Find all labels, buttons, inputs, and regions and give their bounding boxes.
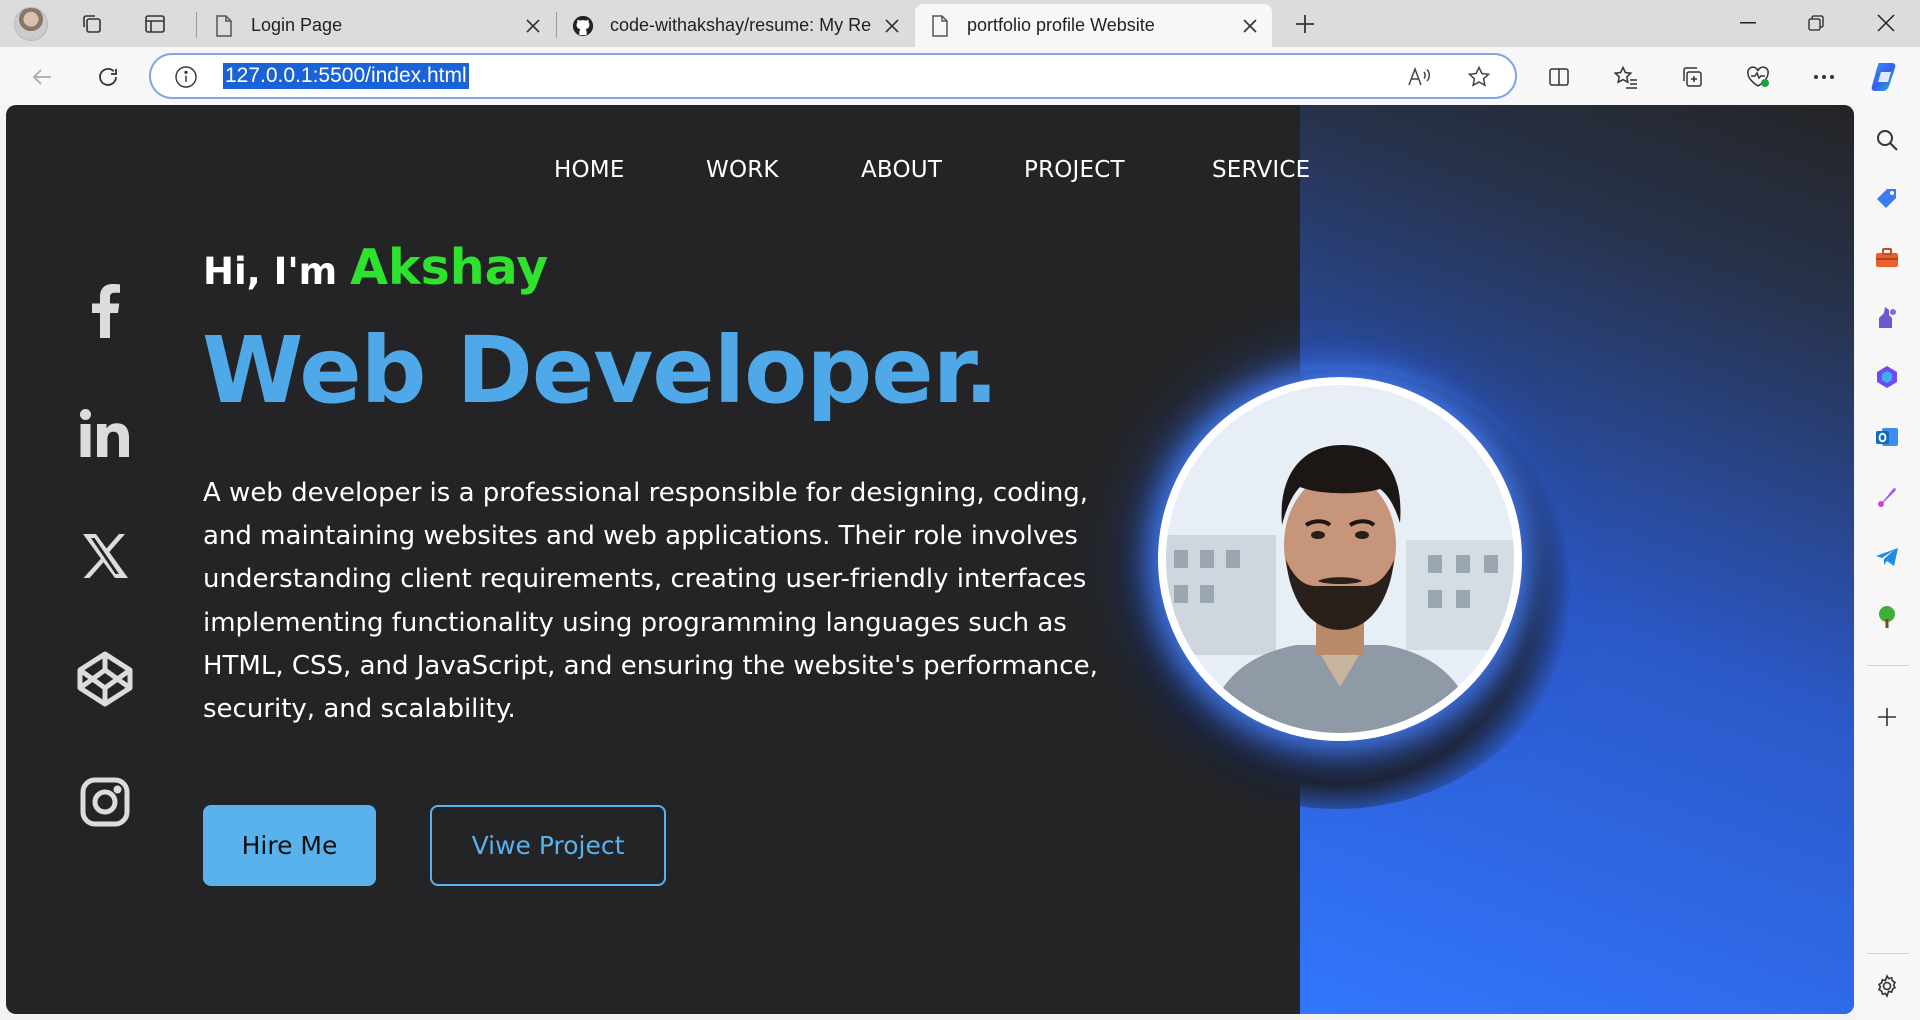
new-tab-icon[interactable]: [1291, 10, 1319, 38]
minimize-icon[interactable]: [1715, 0, 1781, 46]
telegram-icon[interactable]: [1871, 541, 1903, 573]
description-line: HTML, CSS, and JavaScript, and ensuring …: [203, 650, 1098, 681]
codepen-icon[interactable]: [74, 648, 136, 710]
greeting-heading: Hi, I'm Akshay: [203, 239, 548, 296]
back-icon[interactable]: [24, 59, 60, 95]
split-screen-icon[interactable]: [1541, 59, 1577, 95]
nav-about[interactable]: ABOUT: [861, 157, 942, 183]
x-twitter-icon[interactable]: [74, 525, 136, 587]
description-line: implementing functionality using program…: [203, 607, 1067, 638]
search-icon[interactable]: [1871, 124, 1903, 156]
nav-service[interactable]: SERVICE: [1212, 157, 1310, 183]
profile-photo: [1158, 377, 1522, 741]
greeting-text: Hi, I'm: [203, 250, 338, 293]
profile-avatar[interactable]: [14, 7, 48, 41]
close-icon[interactable]: [1236, 12, 1264, 40]
microsoft-365-icon[interactable]: [1871, 361, 1903, 393]
browser-toolbar: 127.0.0.1:5500/index.html: [0, 47, 1920, 105]
description-line: security, and scalability.: [203, 694, 516, 725]
name-text: Akshay: [350, 239, 549, 296]
nav-home[interactable]: HOME: [554, 157, 625, 183]
tab-title: code-withakshay/resume: My Re: [610, 15, 872, 35]
main-nav: HOME WORK ABOUT PROJECT SERVICE: [6, 157, 1854, 197]
copilot-icon[interactable]: [1868, 59, 1904, 95]
read-aloud-icon[interactable]: [1405, 62, 1435, 92]
workspaces-icon[interactable]: [78, 10, 106, 38]
nav-work[interactable]: WORK: [706, 157, 779, 183]
tab-login-page[interactable]: Login Page: [199, 4, 555, 47]
tab-title: portfolio profile Website: [967, 15, 1155, 35]
favorites-icon[interactable]: [1608, 59, 1644, 95]
add-icon[interactable]: [1871, 701, 1903, 733]
tree-icon[interactable]: [1871, 601, 1903, 633]
vertical-tabs-icon[interactable]: [141, 10, 169, 38]
settings-gear-icon[interactable]: [1871, 970, 1903, 1002]
url-text[interactable]: 127.0.0.1:5500/index.html: [223, 63, 469, 89]
collections-icon[interactable]: [1674, 59, 1710, 95]
restore-icon[interactable]: [1783, 0, 1849, 46]
shopping-tag-icon[interactable]: [1871, 182, 1903, 214]
description-paragraph: A web developer is a professional respon…: [203, 472, 1133, 731]
linkedin-icon[interactable]: [74, 402, 136, 464]
close-icon[interactable]: [519, 12, 547, 40]
page-icon: [213, 14, 235, 37]
tab-title: Login Page: [251, 15, 343, 35]
role-heading: Web Developer.: [202, 317, 999, 424]
tools-icon[interactable]: [1871, 242, 1903, 274]
outlook-icon[interactable]: [1871, 421, 1903, 453]
nav-project[interactable]: PROJECT: [1024, 157, 1125, 183]
close-icon[interactable]: [878, 12, 906, 40]
facebook-icon[interactable]: [74, 279, 136, 341]
close-window-icon[interactable]: [1853, 0, 1919, 46]
refresh-icon[interactable]: [90, 59, 126, 95]
instagram-icon[interactable]: [74, 771, 136, 833]
edge-sidebar: [1855, 105, 1920, 1020]
description-line: and maintaining websites and web applica…: [203, 521, 1078, 552]
more-menu-icon[interactable]: [1806, 59, 1842, 95]
address-bar[interactable]: 127.0.0.1:5500/index.html: [149, 53, 1517, 99]
designer-icon[interactable]: [1871, 481, 1903, 513]
page-icon: [929, 14, 951, 37]
games-icon[interactable]: [1871, 301, 1903, 333]
browser-essentials-icon[interactable]: [1740, 59, 1776, 95]
tab-github-resume[interactable]: code-withakshay/resume: My Re: [558, 4, 914, 47]
portfolio-page: HOME WORK ABOUT PROJECT SERVICE Hi, I'm …: [6, 105, 1854, 1014]
hire-me-button[interactable]: Hire Me: [203, 805, 376, 886]
tab-strip: Login Page code-withakshay/resume: My Re…: [0, 0, 1920, 47]
description-line: A web developer is a professional respon…: [203, 478, 1089, 508]
tab-portfolio[interactable]: portfolio profile Website: [915, 4, 1272, 47]
view-project-button[interactable]: Viwe Project: [430, 805, 666, 886]
github-icon: [572, 15, 594, 37]
description-line: understanding client requirements, creat…: [203, 564, 1087, 595]
site-info-icon[interactable]: [171, 62, 201, 92]
favorite-star-icon[interactable]: [1464, 62, 1494, 92]
